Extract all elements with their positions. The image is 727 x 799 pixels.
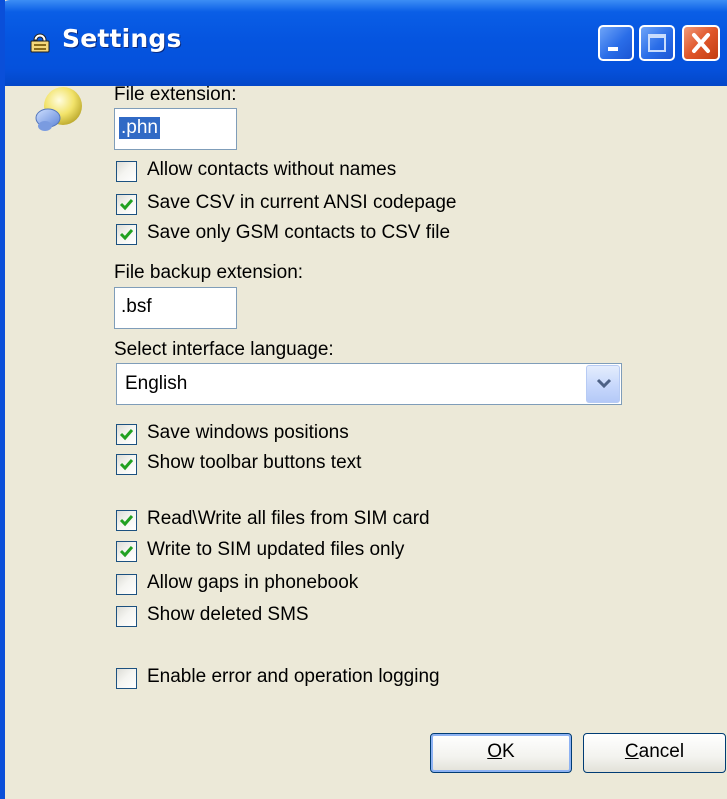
maximize-button[interactable] xyxy=(639,25,675,61)
ok-label-rest: K xyxy=(502,741,515,762)
close-button[interactable] xyxy=(682,25,720,61)
ok-mnemonic: O xyxy=(487,741,503,762)
checkbox-box[interactable] xyxy=(116,161,137,182)
checkbox-box[interactable] xyxy=(116,541,137,562)
minimize-icon xyxy=(608,47,618,51)
title-bar[interactable]: Settings xyxy=(5,0,727,86)
checkbox-box[interactable] xyxy=(116,224,137,245)
settings-app-icon xyxy=(30,33,50,53)
checkbox-label: Read\Write all files from SIM card xyxy=(147,508,430,529)
checkbox-box[interactable] xyxy=(116,424,137,445)
checkbox-box[interactable] xyxy=(116,194,137,215)
checkbox-label: Allow gaps in phonebook xyxy=(147,572,359,593)
checkmark-icon xyxy=(119,459,134,471)
checkbox-label: Show toolbar buttons text xyxy=(147,452,362,473)
checkbox-label: Enable error and operation logging xyxy=(147,666,440,687)
maximize-icon xyxy=(648,34,666,52)
checkmark-icon xyxy=(119,546,134,558)
cancel-button[interactable]: Cancel xyxy=(583,733,726,773)
file-extension-input[interactable]: .phn xyxy=(114,108,237,150)
close-icon xyxy=(692,33,710,53)
settings-sphere-icon xyxy=(35,87,82,131)
checkbox-box[interactable] xyxy=(116,510,137,531)
checkmark-icon xyxy=(119,229,134,241)
window-title: Settings xyxy=(62,24,182,53)
chevron-down-icon xyxy=(596,378,612,389)
cancel-label-rest: ancel xyxy=(638,741,685,762)
backup-extension-label: File backup extension: xyxy=(114,262,304,283)
language-select[interactable]: English xyxy=(116,363,622,405)
checkbox-label: Save windows positions xyxy=(147,422,349,443)
minimize-button[interactable] xyxy=(598,25,634,61)
checkbox-box[interactable] xyxy=(116,668,137,689)
checkmark-icon xyxy=(119,199,134,211)
backup-extension-input[interactable]: .bsf xyxy=(114,287,237,329)
checkbox-box[interactable] xyxy=(116,574,137,595)
cancel-mnemonic: C xyxy=(624,741,639,762)
checkbox-label: Save only GSM contacts to CSV file xyxy=(147,222,451,243)
checkbox-label: Save CSV in current ANSI codepage xyxy=(147,192,457,213)
backup-extension-value: .bsf xyxy=(121,296,152,317)
checkmark-icon xyxy=(119,515,134,527)
settings-window: Settings File extension: .phn Allow cont… xyxy=(0,0,727,799)
checkbox-label: Allow contacts without names xyxy=(147,159,397,180)
language-label: Select interface language: xyxy=(114,339,334,360)
checkbox-box[interactable] xyxy=(116,606,137,627)
checkbox-box[interactable] xyxy=(116,454,137,475)
file-extension-value: .phn xyxy=(119,117,160,139)
dropdown-button[interactable] xyxy=(586,365,620,403)
ok-button[interactable]: OK xyxy=(430,733,572,773)
checkmark-icon xyxy=(119,429,134,441)
checkbox-label: Write to SIM updated files only xyxy=(147,539,405,560)
language-selected-value: English xyxy=(125,373,188,394)
file-extension-label: File extension: xyxy=(114,84,237,105)
checkbox-label: Show deleted SMS xyxy=(147,604,309,625)
